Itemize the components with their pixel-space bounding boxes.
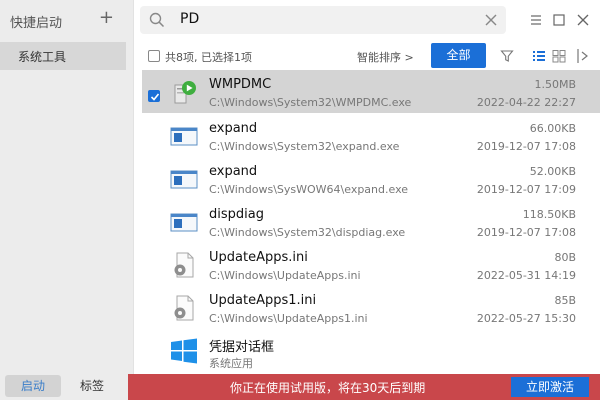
result-date: 2019-12-07 17:08 [476, 226, 576, 239]
tab-tags[interactable]: 标签 [66, 375, 118, 397]
result-path: 系统应用 [209, 357, 253, 370]
trial-banner: 你正在使用试用版，将在30天后到期 立即激活 [128, 374, 600, 400]
sort-dropdown[interactable]: 智能排序 > [357, 49, 414, 65]
result-size: 1.50MB [534, 78, 576, 91]
result-size: 118.50KB [522, 208, 576, 221]
select-all-checkbox[interactable] [148, 50, 160, 62]
toolbar: 共8项, 已选择1项 智能排序 > 全部 [134, 42, 600, 70]
maximize-icon[interactable] [552, 13, 566, 27]
result-row[interactable]: dispdiag C:\Windows\System32\dispdiag.ex… [142, 200, 600, 243]
settings-file-icon [174, 295, 194, 321]
result-name: expand [209, 121, 258, 136]
exe-window-icon [170, 127, 198, 146]
result-path: C:\Windows\UpdateApps1.ini [209, 312, 368, 325]
filter-icon[interactable] [500, 49, 514, 63]
result-name: dispdiag [209, 207, 264, 222]
result-row[interactable]: UpdateApps1.ini C:\Windows\UpdateApps1.i… [142, 286, 600, 329]
result-size: 66.00KB [529, 122, 576, 135]
result-path: C:\Windows\SysWOW64\expand.exe [209, 183, 409, 196]
sidebar: 快捷启动 + 系统工具 启动 标签 [0, 0, 134, 400]
result-date: 2022-05-31 14:19 [476, 269, 576, 282]
media-exe-icon [174, 81, 196, 104]
row-checkbox[interactable] [148, 90, 160, 102]
windows-logo-icon [171, 338, 197, 364]
sidebar-title: 快捷启动 [10, 16, 63, 31]
result-row[interactable]: UpdateApps.ini C:\Windows\UpdateApps.ini… [142, 243, 600, 286]
clear-icon[interactable] [484, 13, 498, 27]
sidebar-item-system-tools[interactable]: 系统工具 [0, 42, 126, 70]
results-list: WMPDMC C:\Windows\System32\WMPDMC.exe 1.… [142, 70, 600, 374]
result-row[interactable]: WMPDMC C:\Windows\System32\WMPDMC.exe 1.… [142, 70, 600, 113]
result-name: UpdateApps.ini [209, 250, 308, 265]
result-date: 2022-05-27 15:30 [476, 312, 576, 325]
result-row[interactable]: expand C:\Windows\SysWOW64\expand.exe 52… [142, 157, 600, 200]
result-count: 共8项, 已选择1项 [165, 51, 252, 64]
search-box[interactable]: PD [140, 6, 506, 34]
activate-button[interactable]: 立即激活 [511, 377, 589, 397]
result-date: 2019-12-07 17:08 [476, 140, 576, 153]
sidebar-tabs: 启动 标签 [0, 372, 134, 400]
exe-window-icon [170, 213, 198, 232]
result-size: 52.00KB [529, 165, 576, 178]
result-path: C:\Windows\System32\dispdiag.exe [209, 226, 406, 239]
search-header: PD [134, 0, 600, 42]
result-path: C:\Windows\UpdateApps.ini [209, 269, 361, 282]
menu-icon[interactable] [529, 13, 543, 27]
search-icon [149, 12, 165, 28]
result-size: 85B [554, 294, 576, 307]
list-view-icon[interactable] [532, 49, 566, 63]
result-path: C:\Windows\System32\expand.exe [209, 140, 400, 153]
result-date: 2019-12-07 17:09 [476, 183, 576, 196]
result-row[interactable]: expand C:\Windows\System32\expand.exe 66… [142, 114, 600, 157]
exe-window-icon [170, 170, 198, 189]
result-name: 凭据对话框 [209, 340, 275, 355]
result-name: expand [209, 164, 258, 179]
result-path: C:\Windows\System32\WMPDMC.exe [209, 96, 412, 109]
filter-all-button[interactable]: 全部 [431, 43, 486, 68]
result-name: UpdateApps1.ini [209, 293, 317, 308]
search-input[interactable]: PD [180, 11, 199, 27]
close-icon[interactable] [576, 13, 590, 27]
result-name: WMPDMC [209, 77, 272, 92]
result-size: 80B [554, 251, 576, 264]
add-icon[interactable]: + [99, 8, 114, 28]
result-date: 2022-04-22 22:27 [476, 96, 576, 109]
collapse-panel-icon[interactable] [576, 48, 590, 64]
sidebar-item-label: 系统工具 [18, 50, 67, 64]
settings-file-icon [174, 252, 194, 278]
sidebar-header: 快捷启动 + [0, 0, 134, 42]
tab-launch[interactable]: 启动 [5, 375, 61, 397]
result-row[interactable]: 凭据对话框 系统应用 [142, 329, 600, 372]
trial-message: 你正在使用试用版，将在30天后到期 [230, 381, 426, 395]
